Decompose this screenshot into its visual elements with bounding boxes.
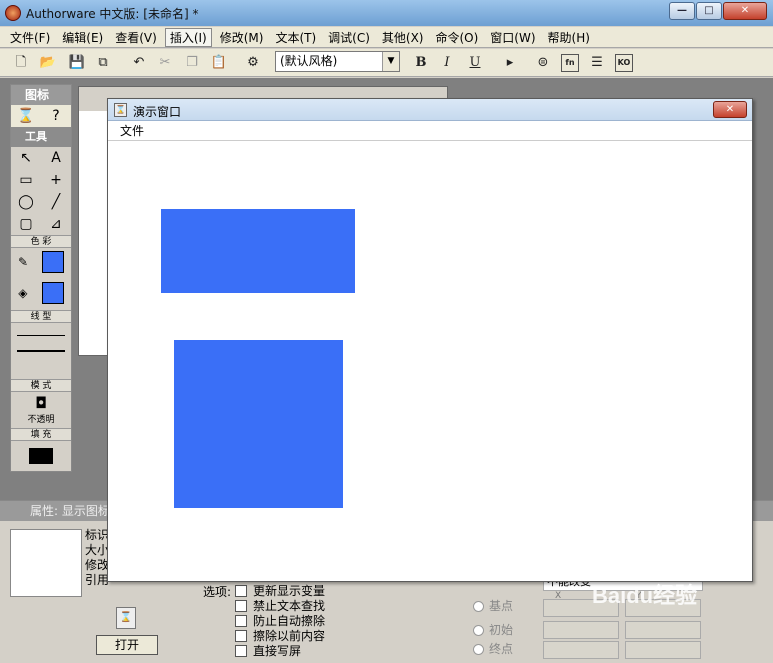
mode-value: 不透明	[27, 415, 55, 425]
cross-tool-icon[interactable]: +	[41, 169, 71, 191]
fill-section-label: 填 充	[11, 428, 71, 441]
modified-label: 修改	[85, 558, 110, 572]
prevent-auto-erase-checkbox[interactable]: 防止自动擦除	[235, 614, 325, 629]
paste-icon[interactable]: 📋	[210, 54, 228, 72]
opaque-mode-icon: ◘	[35, 394, 47, 412]
line-style-section-label: 线 型	[11, 310, 71, 323]
fill-pattern-swatch[interactable]	[29, 448, 53, 464]
icon-preview	[10, 529, 82, 597]
help-icon-tool[interactable]: ?	[41, 105, 71, 127]
polygon-tool-icon[interactable]: ⊿	[41, 213, 71, 235]
id-label: 标识	[85, 528, 110, 542]
save-all-icon[interactable]: 💾	[68, 54, 86, 72]
cut-icon[interactable]: ✂	[156, 54, 174, 72]
update-variables-checkbox[interactable]: 更新显示变量	[235, 584, 325, 599]
menu-item-8[interactable]: 命令(O)	[431, 29, 482, 46]
no-text-search-checkbox[interactable]: 禁止文本查找	[235, 599, 325, 614]
find-icon[interactable]: ⚙	[244, 54, 262, 72]
presentation-close-button[interactable]: ✕	[713, 101, 747, 118]
maximize-button[interactable]: □	[696, 2, 722, 20]
window-controls: — □ ✕	[668, 2, 767, 20]
open-file-icon[interactable]: 📂	[39, 54, 57, 72]
run-icon[interactable]: ▸	[501, 54, 519, 72]
line-color-swatch[interactable]	[42, 251, 65, 273]
menu-item-7[interactable]: 其他(X)	[378, 29, 428, 46]
presentation-window-icon: ⌛	[114, 103, 127, 117]
text-style-select[interactable]: (默认风格) ▼	[275, 51, 400, 72]
end-y-field[interactable]	[625, 641, 701, 659]
menu-item-5[interactable]: 文本(T)	[271, 29, 320, 46]
menu-item-2[interactable]: 查看(V)	[111, 29, 161, 46]
minimize-button[interactable]: —	[669, 2, 695, 20]
color-section-label: 色 彩	[11, 235, 71, 248]
tools-palette-title: 工具	[11, 127, 71, 147]
erase-previous-checkbox[interactable]: 擦除以前内容	[235, 629, 325, 644]
mode-section-label: 模 式	[11, 379, 71, 392]
chevron-down-icon[interactable]: ▼	[382, 52, 399, 71]
control-panel-icon[interactable]: ⊜	[534, 54, 552, 72]
authorware-logo-icon	[5, 5, 21, 21]
icons-palette-title: 图标	[11, 85, 71, 105]
base-radio[interactable]: 基点	[473, 597, 513, 614]
menu-item-1[interactable]: 编辑(E)	[58, 29, 107, 46]
blue-rectangle-shape[interactable]	[161, 209, 355, 293]
display-icon: ⌛	[116, 607, 136, 629]
fill-color-swatch[interactable]	[41, 282, 64, 304]
mode-selector[interactable]: ◘ 不透明	[11, 392, 71, 428]
underline-button[interactable]: U	[466, 54, 484, 72]
pointer-tool-icon[interactable]: ↖	[11, 147, 41, 169]
display-icon-tool[interactable]: ⌛	[11, 105, 41, 127]
presentation-window[interactable]: ⌛ 演示窗口 ✕ 文件	[107, 98, 753, 582]
italic-button[interactable]: I	[438, 54, 456, 72]
end-radio[interactable]: 终点	[473, 640, 513, 657]
initial-radio[interactable]: 初始	[473, 621, 513, 638]
rounded-rect-tool-icon[interactable]: ▢	[11, 213, 41, 235]
functions-window-icon[interactable]: fn	[561, 54, 579, 72]
new-file-icon[interactable]: 🗋	[12, 54, 30, 72]
presentation-menu-file[interactable]: 文件	[120, 124, 144, 138]
reference-label: 引用	[85, 573, 110, 587]
copy-icon[interactable]: ❐	[183, 54, 201, 72]
icon-info-labels: 标识 大小 修改 引用	[85, 528, 109, 588]
presentation-title-bar: ⌛ 演示窗口 ✕	[108, 99, 752, 121]
window-title: Authorware 中文版: [未命名] *	[26, 7, 199, 21]
close-button[interactable]: ✕	[723, 2, 767, 20]
baidu-watermark: Baidu经验	[592, 583, 698, 608]
line-style-selector[interactable]	[11, 335, 71, 379]
blue-square-shape[interactable]	[174, 340, 343, 508]
import-icon[interactable]: ⧉	[94, 54, 112, 72]
end-x-field[interactable]	[543, 641, 619, 659]
undo-icon[interactable]: ↶	[130, 54, 148, 72]
menu-item-0[interactable]: 文件(F)	[6, 29, 54, 46]
menu-item-10[interactable]: 帮助(H)	[544, 29, 594, 46]
initial-y-field[interactable]	[625, 621, 701, 639]
text-tool[interactable]: A	[41, 147, 71, 169]
size-label: 大小	[85, 543, 110, 557]
knowledge-objects-icon[interactable]: KO	[615, 54, 633, 72]
pencil-icon: ✎	[17, 255, 29, 269]
ellipse-tool-icon[interactable]: ◯	[11, 191, 41, 213]
rectangle-tool-icon[interactable]: ▭	[11, 169, 41, 191]
initial-x-field[interactable]	[543, 621, 619, 639]
title-bar: Authorware 中文版: [未命名] * — □ ✕	[0, 0, 773, 26]
paint-bucket-icon: ◈	[18, 286, 28, 300]
variables-window-icon[interactable]: ☰	[588, 54, 606, 72]
presentation-title: 演示窗口	[133, 105, 182, 119]
menu-item-4[interactable]: 修改(M)	[216, 29, 268, 46]
text-style-value: (默认风格)	[280, 54, 338, 68]
menu-item-9[interactable]: 窗口(W)	[486, 29, 539, 46]
menu-item-3[interactable]: 插入(I)	[164, 27, 212, 47]
open-button[interactable]: 打开	[96, 635, 158, 655]
tool-palette: 图标 ⌛ ? 工具 ↖ A ▭ + ◯ ╱ ▢ ⊿ 色 彩 ✎ ◈ 线 型 模 …	[10, 84, 72, 472]
bold-button[interactable]: B	[412, 54, 430, 72]
line-tool-icon[interactable]: ╱	[41, 191, 71, 213]
direct-to-screen-checkbox[interactable]: 直接写屏	[235, 644, 301, 659]
menu-bar: 文件(F) 编辑(E) 查看(V) 插入(I) 修改(M) 文本(T) 调试(C) 其他(X)…	[0, 27, 773, 48]
presentation-menu-bar: 文件	[108, 121, 752, 141]
options-label: 选项:	[203, 585, 232, 599]
menu-item-6[interactable]: 调试(C)	[324, 29, 374, 46]
